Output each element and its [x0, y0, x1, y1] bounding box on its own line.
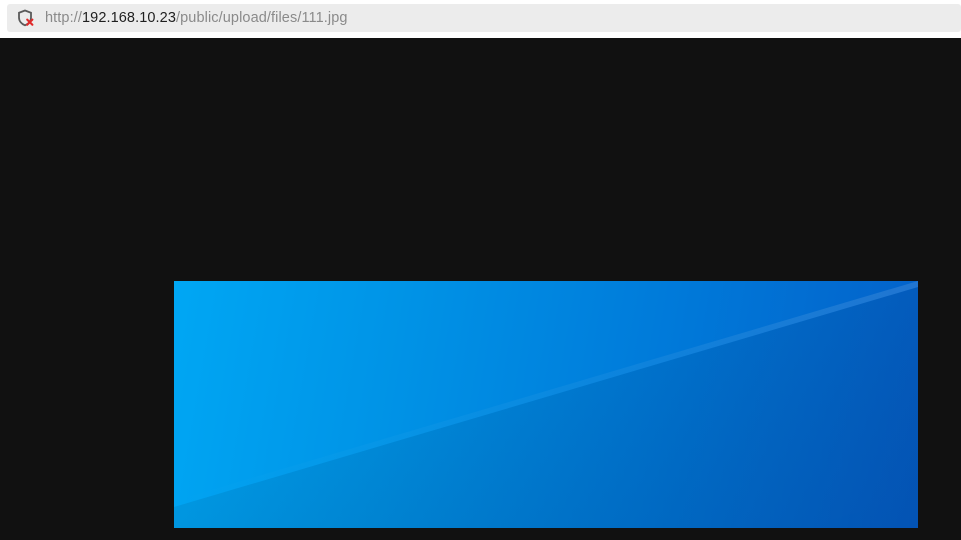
image-viewer [0, 38, 961, 540]
displayed-image [174, 281, 918, 528]
url-scheme: http:// [45, 10, 82, 26]
insecure-shield-icon[interactable] [16, 9, 34, 27]
address-bar: http://192.168.10.23/public/upload/files… [0, 0, 961, 38]
url-field[interactable]: http://192.168.10.23/public/upload/files… [7, 4, 961, 32]
url-path: /public/upload/files/111.jpg [176, 10, 348, 26]
url-host: 192.168.10.23 [81, 10, 177, 26]
url-text[interactable]: http://192.168.10.23/public/upload/files… [45, 10, 348, 26]
